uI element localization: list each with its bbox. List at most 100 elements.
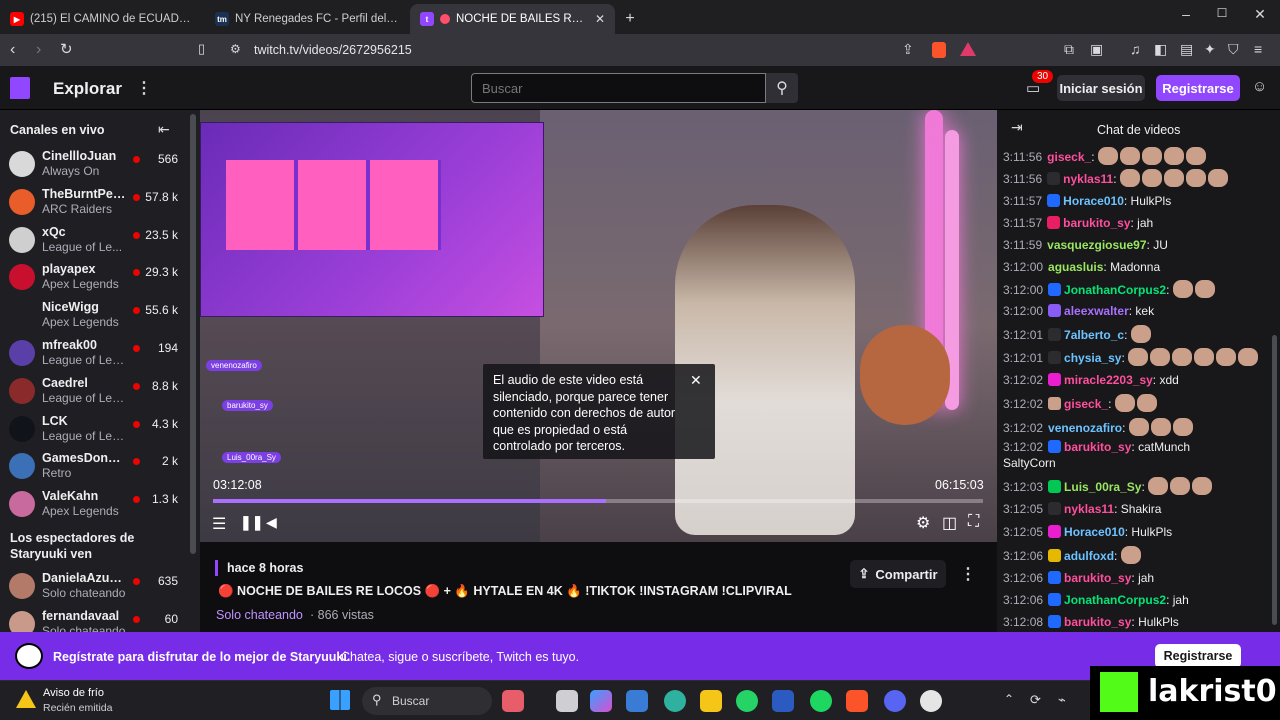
chat-username[interactable]: chysia_sy (1064, 351, 1121, 365)
sidebar-scrollbar[interactable] (190, 114, 196, 554)
close-window-button[interactable]: ✕ (1250, 6, 1270, 23)
start-button[interactable] (330, 690, 350, 710)
file-explorer-icon[interactable] (556, 690, 578, 712)
bookmark-icon[interactable]: ▯ (198, 41, 205, 57)
tulips-icon[interactable] (502, 690, 524, 712)
chat-username[interactable]: JonathanCorpus2 (1064, 283, 1166, 297)
chat-username[interactable]: miracle2203_sy (1064, 373, 1153, 387)
chat-username[interactable]: venenozafiro (1048, 421, 1122, 435)
chat-username[interactable]: 7alberto_c (1064, 328, 1124, 342)
tray-network-icon[interactable]: ⌁ (1058, 692, 1066, 708)
chat-username[interactable]: vasquezgiosue97 (1047, 238, 1146, 252)
sidebar-channel-lck[interactable]: LCK League of Leg... 4.3 k (0, 411, 190, 449)
banner-signup-button[interactable]: Registrarse (1155, 644, 1241, 668)
edge-icon[interactable] (664, 690, 686, 712)
reload-icon[interactable]: ↻ (60, 40, 73, 58)
sidebar-channel-valekahn[interactable]: ValeKahn Apex Legends 1.3 k (0, 486, 190, 524)
sidebar-channel-gamesdonequi[interactable]: GamesDoneQui...Retro 2 k (0, 448, 190, 486)
close-tab-icon[interactable]: ✕ (595, 12, 605, 26)
chat-username[interactable]: barukito_sy (1064, 615, 1131, 629)
more-video-options-icon[interactable]: ⋮ (960, 564, 976, 584)
store-icon[interactable] (626, 690, 648, 712)
back-icon[interactable]: ‹ (10, 41, 15, 59)
signup-button[interactable]: Registrarse (1156, 75, 1240, 101)
chat-username[interactable]: Horace010 (1064, 525, 1125, 539)
user-menu-icon[interactable]: ☺ (1252, 78, 1267, 95)
sidebar-channel-playapex[interactable]: playapex Apex Legends 29.3 k (0, 259, 190, 297)
chapters-icon[interactable]: ☰ (212, 514, 226, 534)
sidebar-channel-fernandavaal[interactable]: fernandavaal Solo chateando 60 (0, 606, 190, 632)
progress-bar[interactable] (213, 499, 983, 503)
chat-username[interactable]: Luis_00ra_Sy (1064, 480, 1141, 494)
browser-tab-transfermarkt[interactable]: tm NY Renegades FC - Perfil del club | T… (205, 4, 410, 34)
sidebar-channel-theburntpea[interactable]: TheBurntPea... ARC Raiders 57.8 k (0, 184, 190, 222)
chat-username[interactable]: adulfoxd (1064, 549, 1114, 563)
chrome-icon[interactable] (920, 690, 942, 712)
discord-icon[interactable] (884, 690, 906, 712)
brave-icon[interactable] (846, 690, 868, 712)
video-player[interactable]: venenozafiro barukito_sy Luis_00ra_Sy El… (200, 110, 997, 542)
tray-chevron-icon[interactable]: ⌃ (1004, 692, 1014, 706)
screenshot-icon[interactable]: ▣ (1090, 41, 1103, 58)
wallet-icon[interactable]: ▤ (1180, 41, 1193, 58)
menu-icon[interactable]: ≡ (1254, 41, 1262, 57)
forward-icon[interactable]: › (36, 41, 41, 59)
folder-icon[interactable] (700, 690, 722, 712)
tray-sync-icon[interactable]: ⟳ (1030, 692, 1041, 708)
login-button[interactable]: Iniciar sesión (1057, 75, 1145, 101)
sidebar-channel-caedrel[interactable]: Caedrel League of Leg... 8.8 k (0, 373, 190, 411)
new-tab-button[interactable]: + (615, 4, 645, 34)
maximize-button[interactable]: ☐ (1212, 6, 1232, 20)
search-button[interactable]: ⚲ (766, 73, 798, 103)
minimize-button[interactable]: – (1176, 6, 1196, 22)
fullscreen-icon[interactable]: ⛶ (968, 513, 979, 531)
word-icon[interactable] (772, 690, 794, 712)
media-icon[interactable]: ♫ (1130, 41, 1141, 57)
leo-ai-icon[interactable]: ✦ (1204, 41, 1216, 58)
chat-username[interactable]: JonathanCorpus2 (1064, 593, 1166, 607)
sidebar-channel-xqc[interactable]: xQc League of Le... 23.5 k (0, 222, 190, 260)
explore-link[interactable]: Explorar (53, 79, 122, 99)
chat-username[interactable]: aguasluis (1048, 260, 1103, 274)
collapse-sidebar-icon[interactable]: ⇤ (158, 121, 170, 138)
pause-icon[interactable]: ❚❚ (240, 514, 263, 531)
share-icon[interactable]: ⇪ (902, 41, 914, 58)
category-link[interactable]: Solo chateando (216, 608, 303, 622)
spotify-icon[interactable] (810, 690, 832, 712)
volume-muted-icon[interactable]: ◀ (266, 514, 277, 531)
chat-username[interactable]: nyklas11 (1063, 172, 1113, 186)
vpn-icon[interactable]: ⛉ (1228, 41, 1239, 58)
extensions-icon[interactable]: ⧉ (1064, 41, 1074, 58)
share-button[interactable]: ⇪ Compartir (850, 560, 946, 588)
browser-tab-twitch[interactable]: t NOCHE DE BAILES RE LOC ✕ (410, 4, 615, 34)
sidebar-channel-danielaazuaje[interactable]: DanielaAzuaje_ Solo chateando 635 (0, 568, 190, 606)
url-field[interactable]: ⚙ twitch.tv/videos/2672956215 (222, 37, 987, 63)
weather-title[interactable]: Aviso de frío (43, 687, 104, 699)
copilot-icon[interactable] (590, 690, 612, 712)
chat-username[interactable]: aleexwalter (1064, 304, 1129, 318)
browser-tab-youtube[interactable]: ▶ (215) El CAMINO de ECUADOR en las (0, 4, 205, 34)
sidebar-channel-cinelllojuan[interactable]: CinellloJuan Always On 566 (0, 146, 190, 184)
chat-username[interactable]: barukito_sy (1064, 571, 1131, 585)
sidebar-channel-mfreak00[interactable]: mfreak00 League of Lege... 194 (0, 335, 190, 373)
search-input[interactable] (471, 73, 766, 103)
more-options-icon[interactable]: ⋮ (136, 78, 152, 98)
brave-shields-icon[interactable] (932, 42, 946, 58)
chat-scrollbar[interactable] (1272, 335, 1277, 625)
chat-username[interactable]: Horace010 (1063, 194, 1124, 208)
close-notice-icon[interactable]: ✕ (690, 372, 702, 389)
sidebar-toggle-icon[interactable]: ◧ (1154, 41, 1167, 58)
chat-username[interactable]: barukito_sy (1064, 440, 1131, 454)
chat-username[interactable]: barukito_sy (1063, 216, 1130, 230)
collapse-chat-icon[interactable]: ⇥ (1011, 119, 1023, 136)
chat-username[interactable]: giseck_ (1047, 150, 1091, 164)
taskbar-search[interactable]: ⚲ Buscar (362, 687, 492, 715)
chat-username[interactable]: giseck_ (1064, 397, 1108, 411)
sidebar-channel-nicewigg[interactable]: NiceWigg Apex Legends 55.6 k (0, 297, 190, 335)
brave-rewards-icon[interactable] (960, 42, 976, 56)
twitch-logo-icon[interactable] (10, 77, 30, 99)
whatsapp-icon[interactable] (736, 690, 758, 712)
settings-icon[interactable]: ⚙ (916, 513, 930, 533)
chat-username[interactable]: nyklas11 (1064, 502, 1114, 516)
site-info-icon[interactable]: ⚙ (230, 42, 241, 56)
